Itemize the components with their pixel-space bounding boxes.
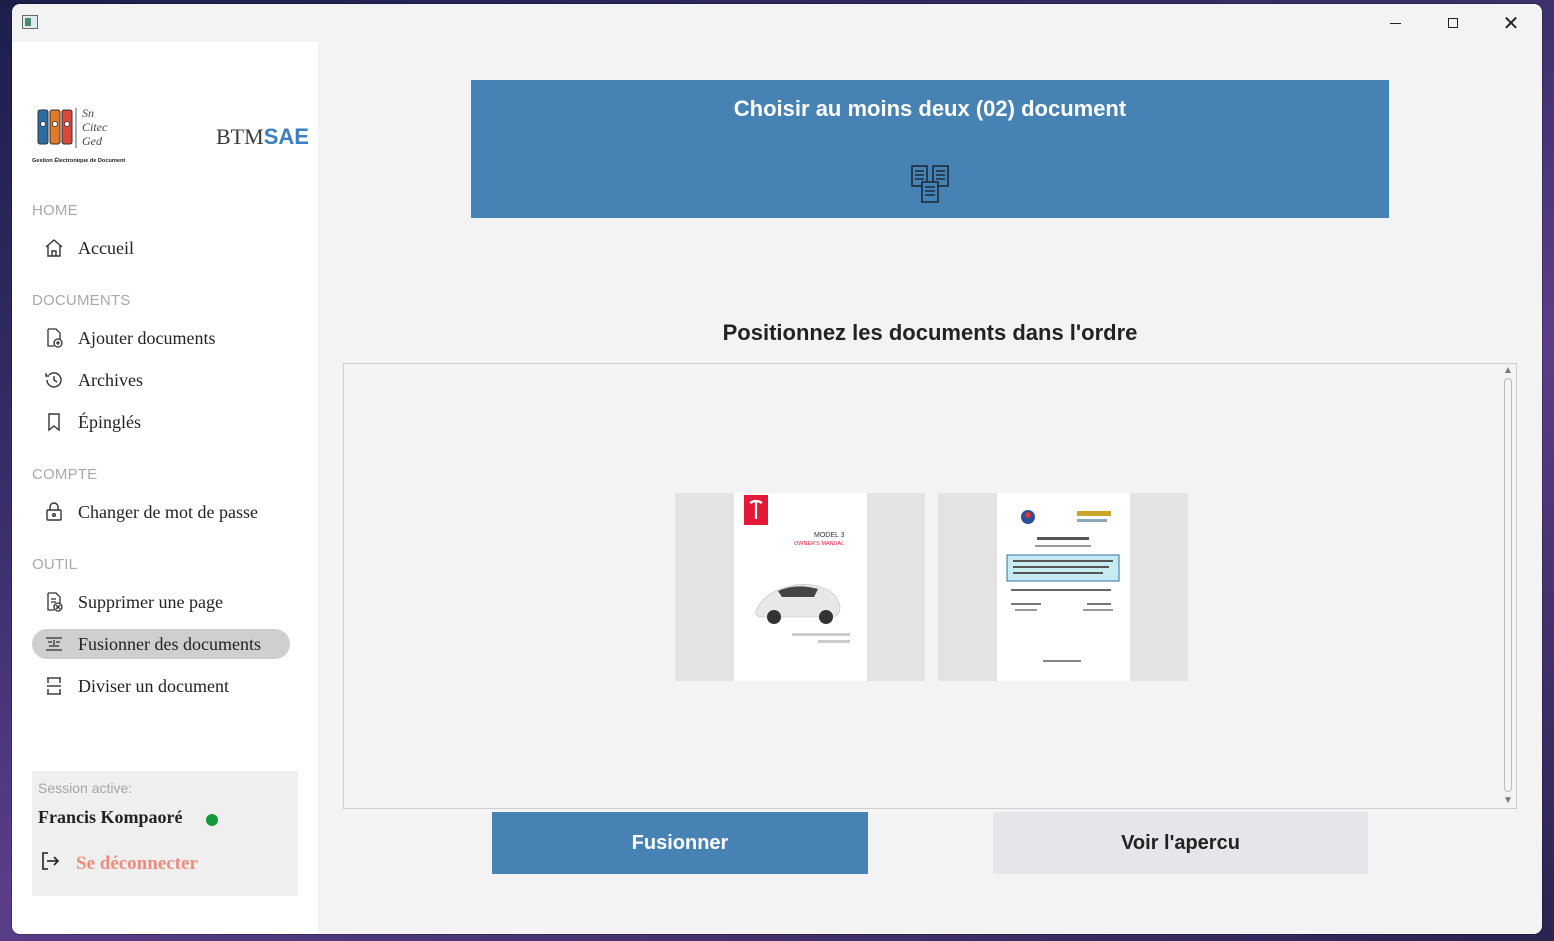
brand-accent: SAE — [263, 124, 309, 149]
document-page-preview — [997, 493, 1130, 681]
merge-icon — [42, 632, 66, 656]
lock-icon — [42, 500, 66, 524]
section-documents: DOCUMENTS — [32, 292, 131, 309]
school-document-cover — [1006, 510, 1120, 662]
sidebar-item-changer-mot-de-passe[interactable]: Changer de mot de passe — [32, 497, 290, 527]
minimize-icon — [1389, 22, 1401, 24]
brand-name: BTMSAE — [216, 124, 309, 150]
sidebar-item-archives[interactable]: Archives — [32, 365, 290, 395]
section-outil: OUTIL — [32, 556, 78, 573]
sidebar-item-diviser-document[interactable]: Diviser un document — [32, 671, 290, 701]
logo-line3: Ged — [82, 134, 103, 148]
preview-button[interactable]: Voir l'apercu — [993, 812, 1368, 874]
section-home: HOME — [32, 202, 78, 219]
session-title: Session active: — [38, 780, 133, 796]
logout-label: Se déconnecter — [76, 852, 198, 874]
sidebar-item-ajouter-documents[interactable]: Ajouter documents — [32, 323, 290, 353]
logo-line2: Citec — [82, 120, 108, 134]
sidebar: Sn Citec Ged Gestion Électronique de Doc… — [12, 42, 318, 934]
delete-page-icon — [42, 590, 66, 614]
maximize-icon — [1448, 18, 1458, 28]
manual-title: MODEL 3 — [814, 532, 845, 539]
sidebar-item-label: Changer de mot de passe — [78, 501, 258, 522]
tesla-manual-cover: MODEL 3 OWNER'S MANUAL — [744, 495, 850, 643]
bookmark-icon — [42, 410, 66, 434]
sidebar-item-label: Fusionner des documents — [78, 633, 261, 654]
sidebar-item-label: Diviser un document — [78, 675, 229, 696]
maximize-button[interactable] — [1424, 4, 1482, 42]
close-icon: ✕ — [1502, 11, 1520, 35]
manual-subtitle: OWNER'S MANUAL — [794, 541, 844, 547]
brand-prefix: BTM — [216, 124, 264, 149]
section-compte: COMPTE — [32, 466, 98, 483]
scrollbar-thumb[interactable] — [1504, 378, 1512, 792]
document-thumbnail[interactable]: MODEL 3 OWNER'S MANUAL — [675, 493, 925, 681]
sidebar-item-label: Épinglés — [78, 411, 141, 432]
document-order-list[interactable]: MODEL 3 OWNER'S MANUAL ▲ ▼ — [343, 363, 1517, 809]
home-icon — [42, 236, 66, 260]
title-bar: ✕ — [12, 4, 1542, 42]
app-window: ✕ Sn Citec Ged Gestion Électronique de D… — [12, 4, 1542, 934]
session-panel: Session active: Francis Kompaoré Se déco… — [32, 771, 298, 896]
vertical-scrollbar[interactable]: ▲ ▼ — [1500, 364, 1516, 808]
instruction-banner: Choisir au moins deux (02) document — [471, 80, 1389, 218]
add-document-icon — [42, 326, 66, 350]
close-button[interactable]: ✕ — [1482, 4, 1540, 42]
sidebar-item-epingles[interactable]: Épinglés — [32, 407, 290, 437]
split-icon — [42, 674, 66, 698]
app-icon — [22, 15, 38, 29]
logo-line1: Sn — [82, 106, 94, 120]
app-logo: Sn Citec Ged Gestion Électronique de Doc… — [32, 106, 125, 164]
main-content: Choisir au moins deux (02) document Posi… — [318, 42, 1542, 934]
document-page-preview: MODEL 3 OWNER'S MANUAL — [734, 493, 867, 681]
merge-button[interactable]: Fusionner — [492, 812, 868, 874]
documents-merge-icon — [911, 165, 949, 203]
minimize-button[interactable] — [1366, 4, 1424, 42]
history-icon — [42, 368, 66, 392]
session-user: Francis Kompaoré — [38, 807, 183, 827]
page-title: Positionnez les documents dans l'ordre — [722, 320, 1138, 345]
online-status-indicator — [206, 814, 218, 826]
scroll-down-icon[interactable]: ▼ — [1503, 796, 1513, 806]
sidebar-item-label: Accueil — [78, 237, 134, 258]
sidebar-item-supprimer-page[interactable]: Supprimer une page — [32, 587, 290, 617]
sidebar-item-label: Archives — [78, 369, 143, 390]
sidebar-item-accueil[interactable]: Accueil — [32, 233, 290, 263]
logout-icon — [38, 849, 62, 878]
sidebar-item-label: Ajouter documents — [78, 327, 216, 348]
logout-button[interactable]: Se déconnecter — [38, 849, 198, 878]
scroll-up-icon[interactable]: ▲ — [1503, 366, 1513, 376]
banner-title: Choisir au moins deux (02) document — [733, 96, 1127, 121]
logo-caption: Gestion Électronique de Document — [32, 156, 125, 164]
sidebar-item-fusionner-documents[interactable]: Fusionner des documents — [32, 629, 290, 659]
sidebar-item-label: Supprimer une page — [78, 591, 223, 612]
document-thumbnail[interactable] — [938, 493, 1188, 681]
